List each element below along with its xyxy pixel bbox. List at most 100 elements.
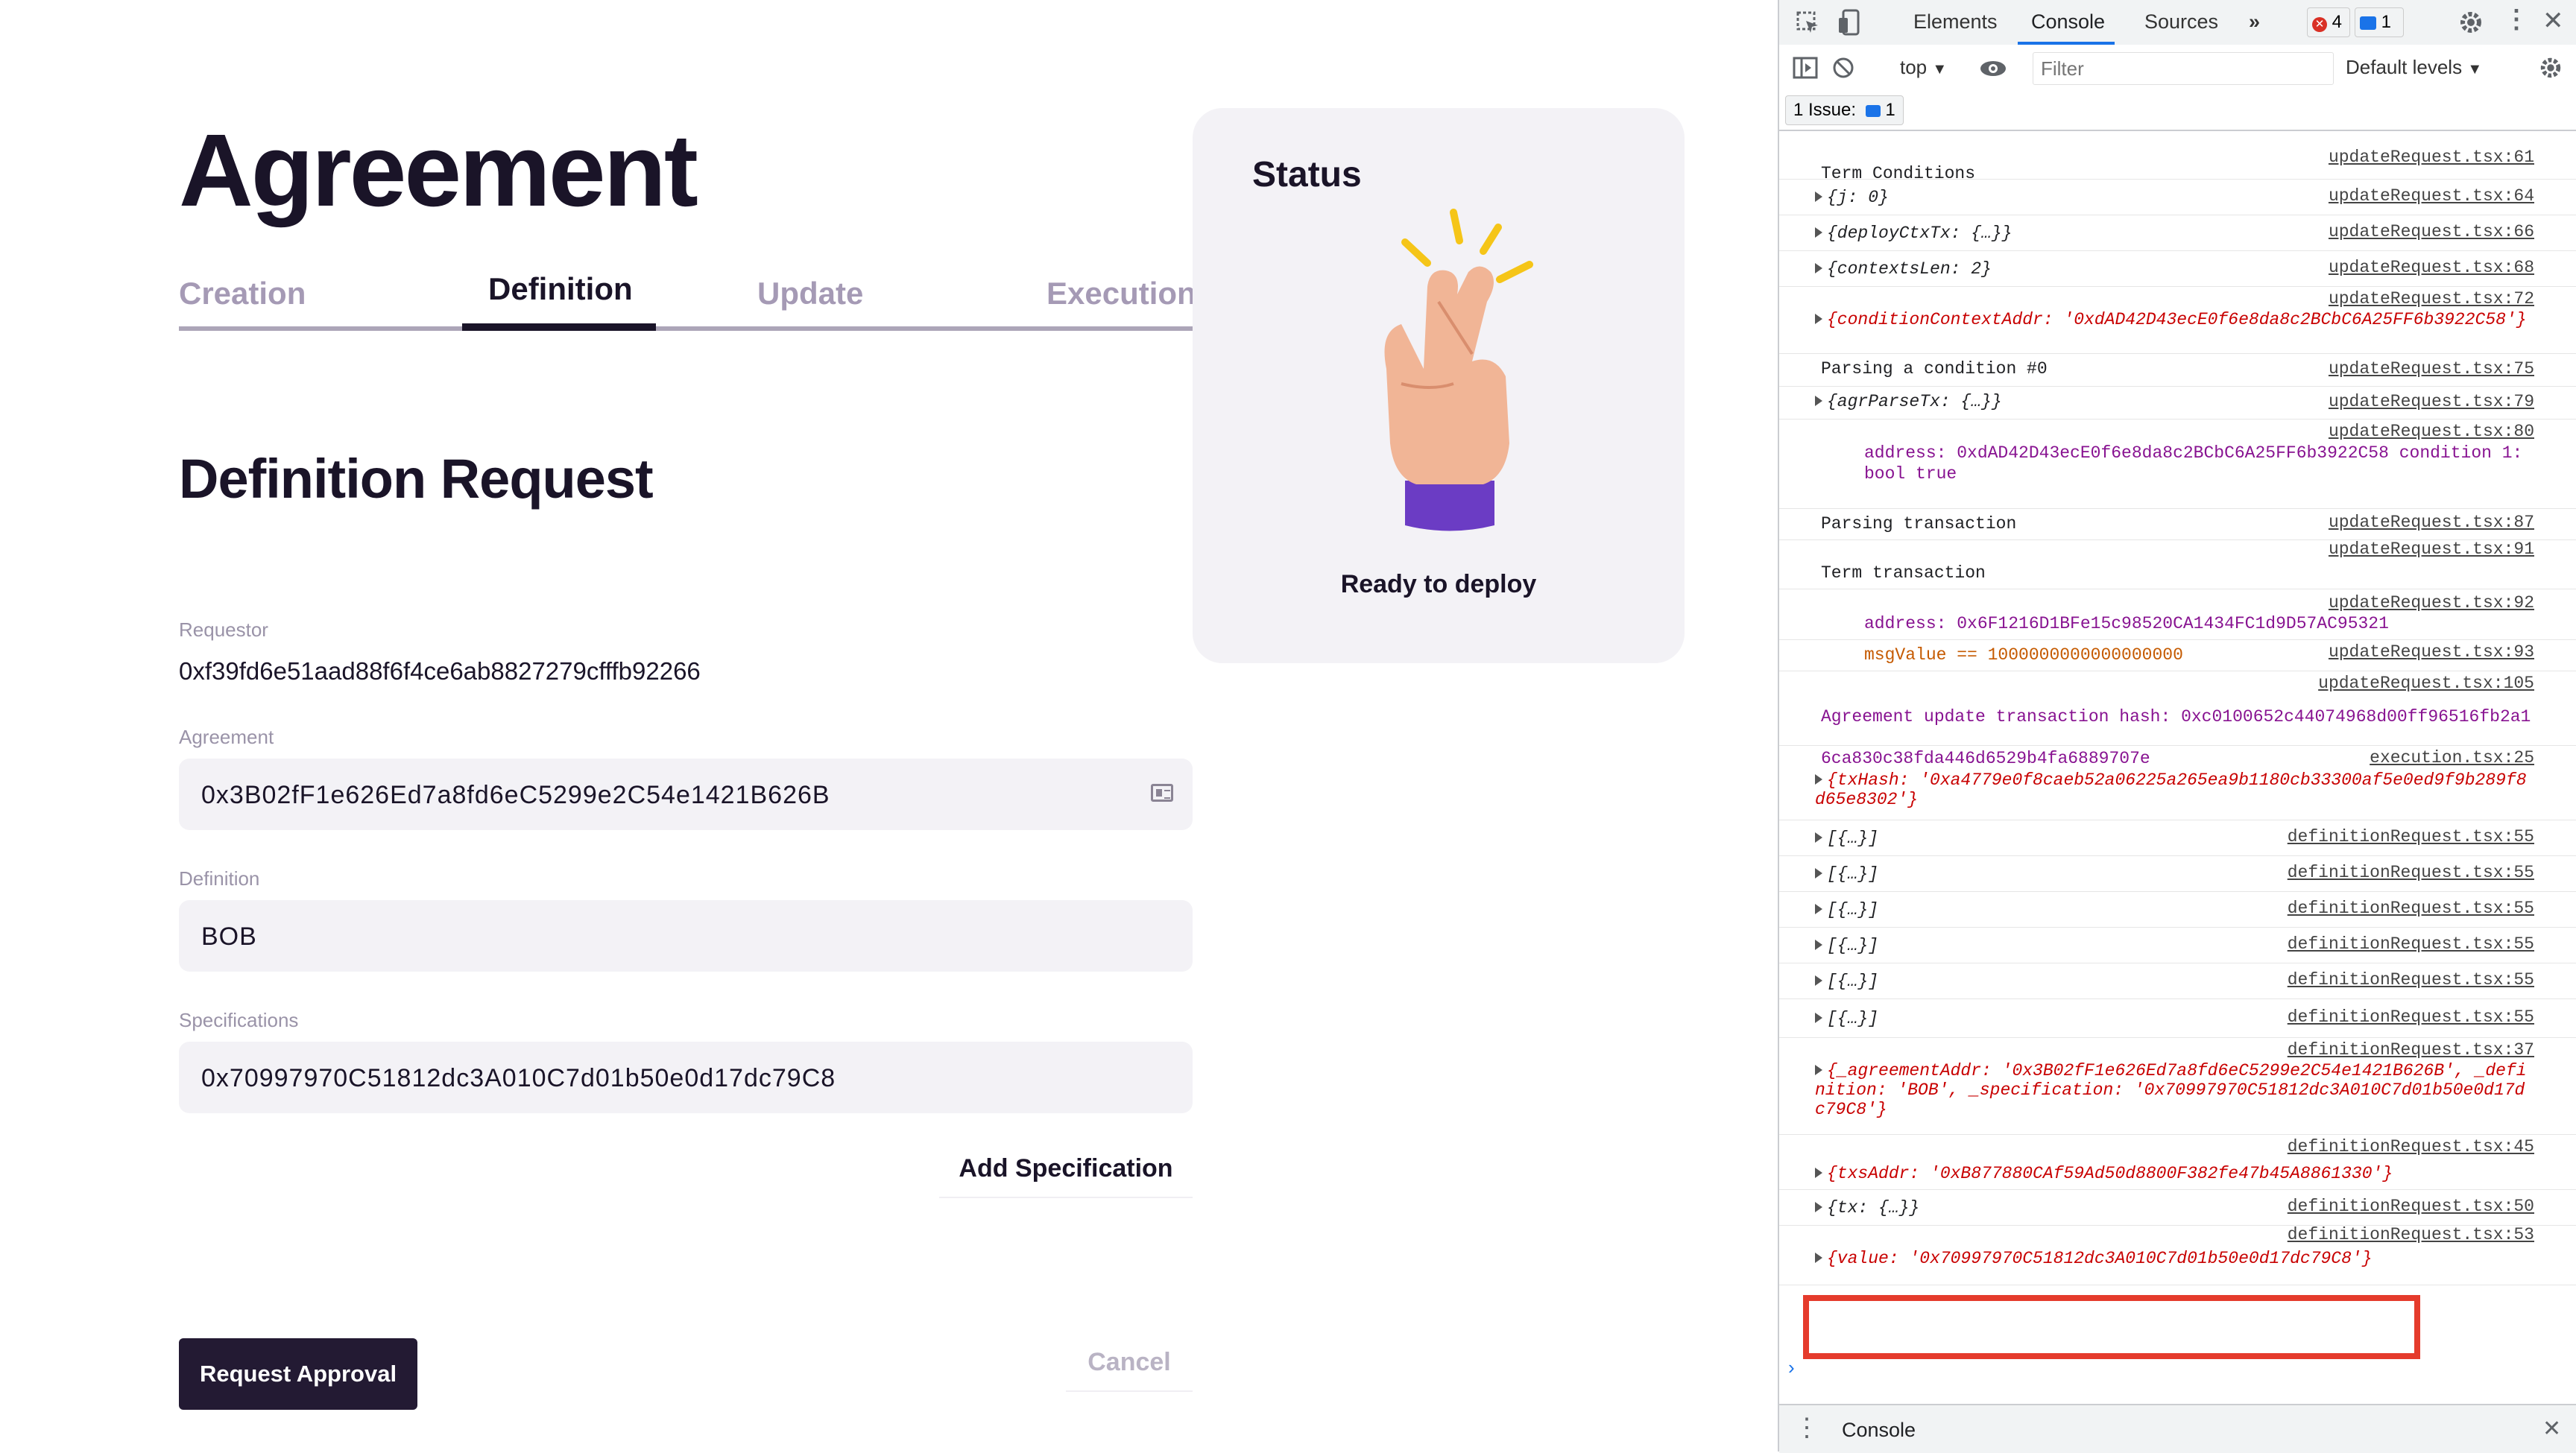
sidebar-toggle-icon[interactable]	[1793, 57, 1818, 79]
log-source-link[interactable]: definitionRequest.tsx:37	[2288, 1040, 2534, 1060]
messages-badge[interactable]: 1	[2355, 7, 2404, 37]
log-source-link[interactable]: definitionRequest.tsx:55	[2288, 970, 2534, 990]
expand-arrow-icon[interactable]	[1815, 191, 1822, 202]
log-source-link[interactable]: updateRequest.tsx:79	[2329, 392, 2534, 411]
log-source-link[interactable]: updateRequest.tsx:93	[2329, 642, 2534, 662]
devtools-tab-sources[interactable]: Sources	[2144, 10, 2218, 34]
log-source-link[interactable]: definitionRequest.tsx:55	[2288, 934, 2534, 954]
devtools-tab-elements[interactable]: Elements	[1913, 10, 1998, 34]
log-row[interactable]: updateRequest.tsx:66 {deployCtxTx: {…}}	[1779, 215, 2576, 251]
specifications-field[interactable]: 0x70997970C51812dc3A010C7d01b50e0d17dc79…	[179, 1042, 1193, 1113]
log-source-link[interactable]: updateRequest.tsx:91	[2329, 539, 2534, 559]
expand-arrow-icon[interactable]	[1815, 940, 1822, 950]
log-source-link[interactable]: updateRequest.tsx:87	[2329, 513, 2534, 532]
chevron-down-icon: ▼	[1932, 61, 1948, 77]
inspect-element-icon[interactable]	[1796, 10, 1821, 36]
issues-button[interactable]: 1 Issue: 1	[1785, 95, 1904, 125]
console-prompt-icon[interactable]: ›	[1788, 1356, 1795, 1379]
log-source-link[interactable]: updateRequest.tsx:92	[2329, 593, 2534, 612]
log-row[interactable]: definitionRequest.tsx:53 {value: '0x7099…	[1779, 1225, 2576, 1285]
log-row[interactable]: updateRequest.tsx:64 {j: 0}	[1779, 179, 2576, 215]
tab-execution[interactable]: Execution	[1046, 276, 1196, 311]
log-source-link[interactable]: updateRequest.tsx:66	[2329, 222, 2534, 241]
log-row[interactable]: definitionRequest.tsx:37 {_agreementAddr…	[1779, 1037, 2576, 1135]
device-toolbar-icon[interactable]	[1837, 9, 1863, 36]
log-levels-dropdown[interactable]: Default levels ▼	[2346, 56, 2482, 79]
errors-badge[interactable]: ✕ 4	[2307, 7, 2350, 37]
expand-arrow-icon[interactable]	[1815, 868, 1822, 879]
log-row[interactable]: definitionRequest.tsx:55 [{…}]	[1779, 855, 2576, 892]
log-row[interactable]: updateRequest.tsx:72 {conditionContextAd…	[1779, 286, 2576, 354]
expand-arrow-icon[interactable]	[1815, 1253, 1822, 1263]
expand-arrow-icon[interactable]	[1815, 904, 1822, 914]
request-approval-button[interactable]: Request Approval	[179, 1338, 417, 1410]
kebab-menu-icon[interactable]: ⋮	[2504, 4, 2529, 34]
context-selector[interactable]: top ▼	[1900, 56, 1947, 79]
log-row[interactable]: definitionRequest.tsx:50 {tx: {…}}	[1779, 1189, 2576, 1226]
console-settings-gear-icon[interactable]	[2538, 55, 2563, 80]
clear-console-icon[interactable]	[1831, 56, 1855, 80]
expand-arrow-icon[interactable]	[1815, 263, 1822, 273]
definition-field[interactable]: BOB	[179, 900, 1193, 972]
log-source-link[interactable]: updateRequest.tsx:64	[2329, 186, 2534, 206]
add-specification-button[interactable]: Add Specification	[939, 1140, 1193, 1198]
expand-arrow-icon[interactable]	[1815, 1202, 1822, 1212]
expand-arrow-icon[interactable]	[1815, 314, 1822, 324]
log-row[interactable]: definitionRequest.tsx:55 [{…}]	[1779, 891, 2576, 928]
more-tabs-icon[interactable]: »	[2249, 10, 2260, 34]
log-levels-value: Default levels	[2346, 56, 2463, 78]
tab-creation[interactable]: Creation	[179, 276, 306, 311]
log-row[interactable]: updateRequest.tsx:68 {contextsLen: 2}	[1779, 250, 2576, 287]
expand-arrow-icon[interactable]	[1815, 1168, 1822, 1178]
drawer-menu-icon[interactable]: ⋮	[1794, 1413, 1819, 1443]
message-icon	[2360, 16, 2376, 30]
live-expression-eye-icon[interactable]	[1979, 60, 2007, 77]
log-row[interactable]: definitionRequest.tsx:55 [{…}]	[1779, 963, 2576, 999]
expand-arrow-icon[interactable]	[1815, 227, 1822, 238]
cancel-button[interactable]: Cancel	[1066, 1334, 1193, 1392]
contact-card-icon[interactable]	[1151, 784, 1173, 802]
log-source-link[interactable]: definitionRequest.tsx:55	[2288, 827, 2534, 846]
log-message: {conditionContextAddr: '0xdAD42D43ecE0f6…	[1815, 310, 2531, 329]
settings-gear-icon[interactable]	[2457, 9, 2484, 36]
log-row[interactable]: execution.tsx:25 {txHash: '0xa4779e0f8ca…	[1779, 745, 2576, 820]
log-source-link[interactable]: definitionRequest.tsx:50	[2288, 1197, 2534, 1216]
log-row[interactable]: definitionRequest.tsx:55 [{…}]	[1779, 1000, 2576, 1038]
log-source-link[interactable]: definitionRequest.tsx:55	[2288, 1007, 2534, 1027]
log-source-link[interactable]: definitionRequest.tsx:53	[2288, 1225, 2534, 1244]
close-devtools-icon[interactable]: ✕	[2542, 6, 2564, 36]
context-value: top	[1900, 56, 1928, 78]
expand-arrow-icon[interactable]	[1815, 1013, 1822, 1023]
crossed-fingers-hand-icon	[1384, 209, 1533, 531]
log-source-link[interactable]: definitionRequest.tsx:55	[2288, 863, 2534, 882]
log-row[interactable]: definitionRequest.tsx:55 [{…}]	[1779, 820, 2576, 856]
expand-arrow-icon[interactable]	[1815, 1065, 1822, 1075]
expand-arrow-icon[interactable]	[1815, 832, 1822, 843]
log-message: [{…}]	[1815, 864, 1878, 884]
filter-input[interactable]	[2033, 52, 2334, 85]
log-source-link[interactable]: definitionRequest.tsx:55	[2288, 899, 2534, 918]
expand-arrow-icon[interactable]	[1815, 975, 1822, 986]
log-source-link[interactable]: updateRequest.tsx:72	[2329, 289, 2534, 308]
drawer-tab-console[interactable]: Console	[1842, 1419, 1916, 1442]
log-source-link[interactable]: definitionRequest.tsx:45	[2288, 1137, 2534, 1156]
agreement-field[interactable]: 0x3B02fF1e626Ed7a8fd6eC5299e2C54e1421B62…	[179, 759, 1193, 830]
tab-update[interactable]: Update	[757, 276, 863, 311]
log-row[interactable]: definitionRequest.tsx:45 {txsAddr: '0xB8…	[1779, 1134, 2576, 1190]
log-row[interactable]: updateRequest.tsx:79 {agrParseTx: {…}}	[1779, 386, 2576, 420]
log-source-link[interactable]: updateRequest.tsx:105	[2318, 674, 2534, 693]
log-message: msgValue == 1000000000000000000	[1864, 645, 2183, 665]
expand-arrow-icon[interactable]	[1815, 396, 1822, 406]
log-source-link[interactable]: updateRequest.tsx:61	[2329, 148, 2534, 167]
log-row[interactable]: definitionRequest.tsx:55 [{…}]	[1779, 927, 2576, 963]
log-source-link[interactable]: updateRequest.tsx:68	[2329, 258, 2534, 277]
close-drawer-icon[interactable]: ✕	[2542, 1416, 2561, 1442]
devtools-tab-console[interactable]: Console	[2031, 10, 2105, 34]
log-message: {deployCtxTx: {…}}	[1815, 224, 2012, 243]
log-source-link[interactable]: execution.tsx:25	[2370, 748, 2534, 767]
log-source-link[interactable]: updateRequest.tsx:75	[2329, 359, 2534, 379]
expand-arrow-icon[interactable]	[1815, 774, 1822, 785]
log-source-link[interactable]: updateRequest.tsx:80	[2329, 422, 2534, 441]
tab-definition[interactable]: Definition	[488, 271, 633, 307]
status-caption: Ready to deploy	[1340, 570, 1537, 598]
